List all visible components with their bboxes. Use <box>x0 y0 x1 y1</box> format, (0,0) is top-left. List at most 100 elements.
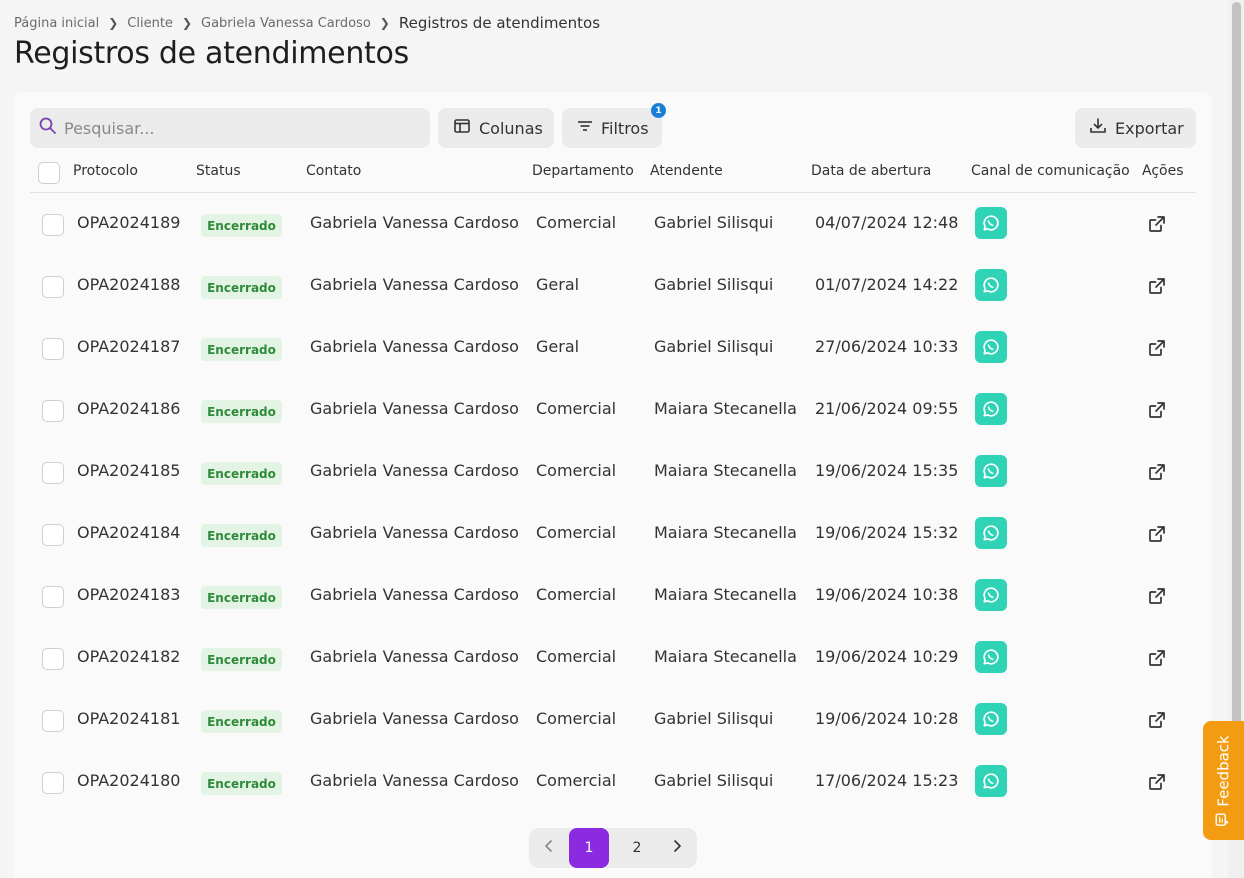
table-row[interactable]: OPA2024188 Encerrado Gabriela Vanessa Card… <box>30 255 1196 317</box>
breadcrumb: Página inicial ❯ Cliente ❯ Gabriela Vane… <box>14 14 600 32</box>
row-checkbox[interactable] <box>42 214 64 236</box>
external-link-icon[interactable] <box>1146 275 1168 297</box>
row-checkbox[interactable] <box>42 338 64 360</box>
status-badge: Encerrado <box>201 276 282 299</box>
header-atendente[interactable]: Atendente <box>650 163 723 179</box>
header-status[interactable]: Status <box>196 163 241 179</box>
search-placeholder: Pesquisar... <box>64 118 155 138</box>
contact-cell: Gabriela Vanessa Cardoso <box>310 399 519 418</box>
table-row[interactable]: OPA2024189 Encerrado Gabriela Vanessa Card… <box>30 193 1196 255</box>
department-cell: Geral <box>536 275 580 294</box>
feedback-button[interactable]: Feedback <box>1203 721 1244 840</box>
row-checkbox[interactable] <box>42 648 64 670</box>
protocol-cell: OPA2024180 <box>77 771 181 790</box>
row-checkbox[interactable] <box>42 276 64 298</box>
agent-cell: Maiara Stecanella <box>654 647 797 666</box>
table-header: Protocolo Status Contato Departamento At… <box>30 150 1196 193</box>
agent-cell: Maiara Stecanella <box>654 399 797 418</box>
whatsapp-icon <box>975 331 1007 363</box>
external-link-icon[interactable] <box>1146 585 1168 607</box>
protocol-cell: OPA2024185 <box>77 461 181 480</box>
protocol-cell: OPA2024188 <box>77 275 181 294</box>
contact-cell: Gabriela Vanessa Cardoso <box>310 709 519 728</box>
status-badge: Encerrado <box>201 772 282 795</box>
table-row[interactable]: OPA2024183 Encerrado Gabriela Vanessa Card… <box>30 565 1196 627</box>
external-link-icon[interactable] <box>1146 647 1168 669</box>
records-panel: Pesquisar... Colunas Filtros 1 Exportar … <box>14 92 1212 878</box>
filters-label: Filtros <box>601 118 649 138</box>
table-row[interactable]: OPA2024181 Encerrado Gabriela Vanessa Card… <box>30 689 1196 751</box>
opened-date-cell: 21/06/2024 09:55 <box>815 399 959 418</box>
breadcrumb-current: Registros de atendimentos <box>398 14 601 32</box>
table-row[interactable]: OPA2024187 Encerrado Gabriela Vanessa Card… <box>30 317 1196 379</box>
external-link-icon[interactable] <box>1146 523 1168 545</box>
header-protocolo[interactable]: Protocolo <box>73 163 138 179</box>
row-checkbox[interactable] <box>42 400 64 422</box>
table-row[interactable]: OPA2024184 Encerrado Gabriela Vanessa Card… <box>30 503 1196 565</box>
table-row[interactable]: OPA2024185 Encerrado Gabriela Vanessa Card… <box>30 441 1196 503</box>
department-cell: Geral <box>536 337 580 356</box>
department-cell: Comercial <box>536 585 617 604</box>
table-row[interactable]: OPA2024182 Encerrado Gabriela Vanessa Card… <box>30 627 1196 689</box>
opened-date-cell: 27/06/2024 10:33 <box>815 337 959 356</box>
columns-button[interactable]: Colunas <box>438 108 554 148</box>
external-link-icon[interactable] <box>1146 709 1168 731</box>
row-checkbox[interactable] <box>42 462 64 484</box>
whatsapp-icon <box>975 703 1007 735</box>
chevron-left-icon <box>544 840 554 856</box>
next-page-button[interactable] <box>657 828 697 868</box>
external-link-icon[interactable] <box>1146 337 1168 359</box>
status-badge: Encerrado <box>201 400 282 423</box>
row-checkbox[interactable] <box>42 710 64 732</box>
header-contato[interactable]: Contato <box>306 163 361 179</box>
breadcrumb-home[interactable]: Página inicial <box>14 16 99 31</box>
search-input[interactable]: Pesquisar... <box>30 108 430 148</box>
breadcrumb-client-name[interactable]: Gabriela Vanessa Cardoso <box>201 16 371 31</box>
chevron-right-icon: ❯ <box>108 16 119 30</box>
opened-date-cell: 19/06/2024 10:29 <box>815 647 959 666</box>
scrollbar-thumb[interactable] <box>1232 2 1241 742</box>
header-data-abertura[interactable]: Data de abertura <box>811 163 931 179</box>
protocol-cell: OPA2024182 <box>77 647 181 666</box>
table-row[interactable]: OPA2024186 Encerrado Gabriela Vanessa Card… <box>30 379 1196 441</box>
page-2-button[interactable]: 2 <box>617 828 657 868</box>
external-link-icon[interactable] <box>1146 771 1168 793</box>
chevron-right-icon: ❯ <box>181 16 192 30</box>
protocol-cell: OPA2024189 <box>77 213 181 232</box>
page-1-button[interactable]: 1 <box>569 828 609 868</box>
whatsapp-icon <box>975 207 1007 239</box>
row-checkbox[interactable] <box>42 772 64 794</box>
external-link-icon[interactable] <box>1146 399 1168 421</box>
row-checkbox[interactable] <box>42 586 64 608</box>
header-canal[interactable]: Canal de comunicação <box>971 163 1130 179</box>
columns-icon <box>453 117 471 139</box>
department-cell: Comercial <box>536 213 617 232</box>
filter-icon <box>577 118 593 138</box>
feedback-label: Feedback <box>1214 734 1233 807</box>
external-link-icon[interactable] <box>1146 213 1168 235</box>
department-cell: Comercial <box>536 647 617 666</box>
prev-page-button[interactable] <box>529 828 569 868</box>
filters-button[interactable]: Filtros 1 <box>562 103 666 148</box>
opened-date-cell: 01/07/2024 14:22 <box>815 275 959 294</box>
header-departamento[interactable]: Departamento <box>532 163 634 179</box>
breadcrumb-cliente[interactable]: Cliente <box>127 16 173 31</box>
contact-cell: Gabriela Vanessa Cardoso <box>310 585 519 604</box>
whatsapp-icon <box>975 641 1007 673</box>
status-badge: Encerrado <box>201 214 282 237</box>
table-row[interactable]: OPA2024180 Encerrado Gabriela Vanessa Card… <box>30 751 1196 813</box>
select-all-checkbox[interactable] <box>38 162 60 184</box>
export-button[interactable]: Exportar <box>1075 108 1196 148</box>
protocol-cell: OPA2024184 <box>77 523 181 542</box>
status-badge: Encerrado <box>201 586 282 609</box>
contact-cell: Gabriela Vanessa Cardoso <box>310 213 519 232</box>
external-link-icon[interactable] <box>1146 461 1168 483</box>
contact-cell: Gabriela Vanessa Cardoso <box>310 461 519 480</box>
protocol-cell: OPA2024187 <box>77 337 181 356</box>
status-badge: Encerrado <box>201 462 282 485</box>
status-badge: Encerrado <box>201 338 282 361</box>
status-badge: Encerrado <box>201 710 282 733</box>
columns-label: Colunas <box>479 118 543 138</box>
whatsapp-icon <box>975 393 1007 425</box>
row-checkbox[interactable] <box>42 524 64 546</box>
